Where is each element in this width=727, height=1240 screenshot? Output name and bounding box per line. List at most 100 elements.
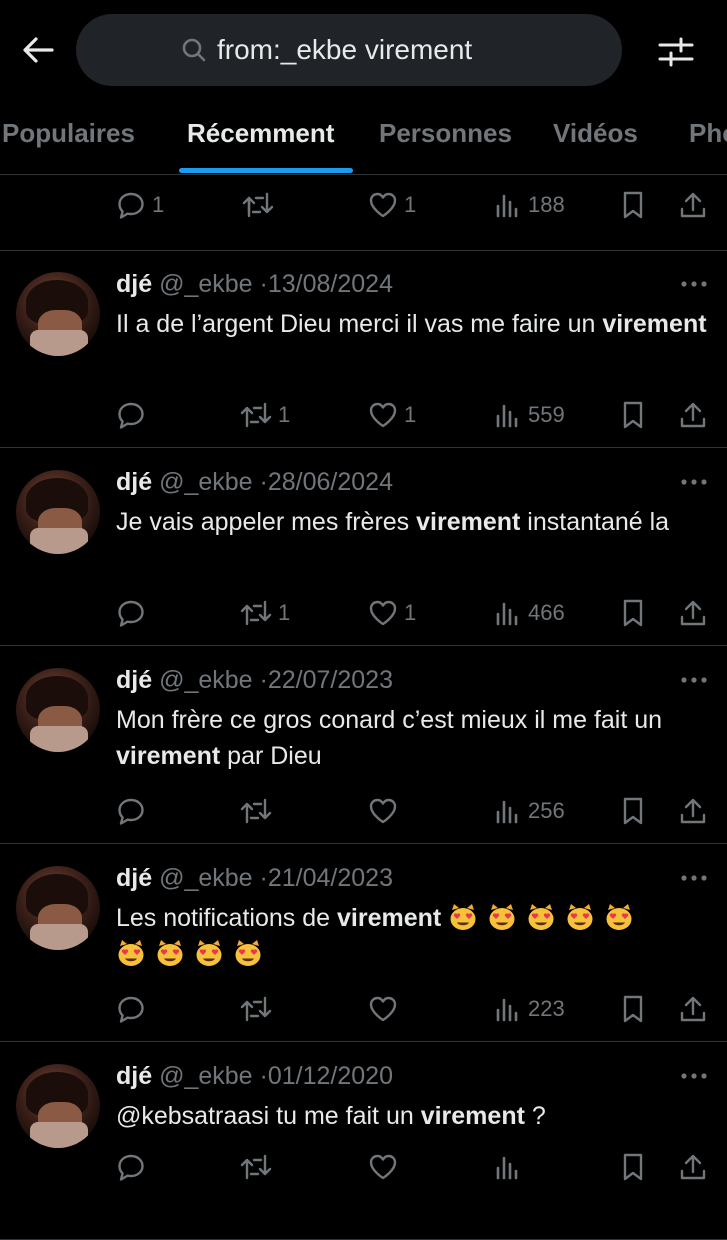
search-term-highlight: virement xyxy=(420,1102,525,1130)
tweet[interactable]: djé @_ekbe ·21/04/2023 Les notifications… xyxy=(0,844,727,1042)
reply-icon xyxy=(118,996,144,1023)
retweet-button[interactable]: 1 xyxy=(240,598,290,628)
tweet-date[interactable]: 13/08/2024 xyxy=(268,270,393,298)
like-button[interactable]: 1 xyxy=(368,190,416,220)
tweet-text-after: ? xyxy=(524,1102,546,1130)
more-options-icon[interactable] xyxy=(680,670,708,690)
share-icon xyxy=(680,996,706,1022)
bookmark-button[interactable] xyxy=(620,796,646,826)
user-handle: @_ekbe xyxy=(159,864,253,892)
like-button[interactable] xyxy=(368,1152,404,1182)
avatar[interactable] xyxy=(16,866,100,950)
retweet-button[interactable] xyxy=(242,190,280,220)
like-button[interactable] xyxy=(368,994,404,1024)
tweet-date[interactable]: 22/07/2023 xyxy=(268,666,393,694)
avatar[interactable] xyxy=(16,668,100,752)
share-button[interactable] xyxy=(678,190,708,220)
heart-eyes-cat-emoji-icon xyxy=(567,904,593,930)
search-term-highlight: virement xyxy=(416,508,521,536)
like-button[interactable]: 1 xyxy=(368,598,416,628)
more-options-icon[interactable] xyxy=(680,472,708,492)
reply-button[interactable] xyxy=(116,598,152,628)
avatar[interactable] xyxy=(16,1064,100,1148)
mention-link[interactable]: @kebsatraasi xyxy=(116,1102,269,1130)
share-icon xyxy=(680,600,706,626)
more-options-icon[interactable] xyxy=(680,1066,708,1086)
views-button[interactable]: 466 xyxy=(494,598,565,628)
tab-photos[interactable]: Photos xyxy=(689,118,727,149)
bookmark-button[interactable] xyxy=(620,1152,646,1182)
tweet-date[interactable]: 28/06/2024 xyxy=(268,468,393,496)
bookmark-button[interactable] xyxy=(620,190,646,220)
tab-videos[interactable]: Vidéos xyxy=(553,118,638,149)
tab-populaires[interactable]: Populaires xyxy=(2,118,135,149)
retweet-button[interactable] xyxy=(240,1152,278,1182)
reply-button[interactable] xyxy=(116,994,152,1024)
views-button[interactable]: 256 xyxy=(494,796,565,826)
tweet[interactable]: djé @_ekbe ·22/07/2023 Mon frère ce gros… xyxy=(0,646,727,844)
tweet-date[interactable]: 01/12/2020 xyxy=(268,1062,393,1090)
display-name[interactable]: djé xyxy=(116,1062,152,1090)
reply-count: 1 xyxy=(152,192,165,217)
share-button[interactable] xyxy=(678,796,708,826)
tweet[interactable]: djé @_ekbe ·28/06/2024 Je vais appeler m… xyxy=(0,448,727,646)
search-term-highlight: virement xyxy=(336,904,442,932)
tweet-text-before: tu me fait un xyxy=(269,1102,421,1130)
share-button[interactable] xyxy=(678,400,708,430)
avatar[interactable] xyxy=(16,272,100,356)
reply-icon xyxy=(118,402,144,429)
tweet-date[interactable]: 21/04/2023 xyxy=(268,864,393,892)
more-options-icon[interactable] xyxy=(680,274,708,294)
reply-button[interactable] xyxy=(116,400,152,430)
heart-icon xyxy=(369,1154,397,1180)
tweet[interactable]: djé @_ekbe ·01/12/2020 @kebsatraasi tu m… xyxy=(0,1042,727,1240)
tab-recemment[interactable]: Récemment xyxy=(187,118,334,149)
like-count: 1 xyxy=(404,402,417,427)
views-button[interactable]: 559 xyxy=(494,400,565,430)
retweet-button[interactable] xyxy=(240,994,278,1024)
like-button[interactable]: 1 xyxy=(368,400,416,430)
reply-button[interactable] xyxy=(116,1152,152,1182)
share-button[interactable] xyxy=(678,1152,708,1182)
bookmark-button[interactable] xyxy=(620,400,646,430)
bookmark-button[interactable] xyxy=(620,598,646,628)
views-button[interactable] xyxy=(494,1152,528,1182)
filter-settings-icon[interactable] xyxy=(654,30,698,74)
active-tab-indicator xyxy=(179,168,353,173)
back-arrow-icon[interactable] xyxy=(18,30,58,70)
tweet-text-after: par Dieu xyxy=(220,742,322,770)
share-button[interactable] xyxy=(678,994,708,1024)
retweet-button[interactable]: 1 xyxy=(240,400,290,430)
bookmark-button[interactable] xyxy=(620,994,646,1024)
like-count: 1 xyxy=(404,192,417,217)
reply-button[interactable]: 1 xyxy=(116,190,164,220)
tweet[interactable]: djé @_ekbe ·13/08/2024 Il a de l’argent … xyxy=(0,250,727,448)
tab-personnes[interactable]: Personnes xyxy=(379,118,512,149)
user-handle: @_ekbe xyxy=(159,270,253,298)
views-button[interactable]: 223 xyxy=(494,994,565,1024)
share-button[interactable] xyxy=(678,598,708,628)
view-count: 223 xyxy=(528,996,565,1021)
retweet-button[interactable] xyxy=(240,796,278,826)
reply-button[interactable] xyxy=(116,796,152,826)
avatar[interactable] xyxy=(16,470,100,554)
like-button[interactable] xyxy=(368,796,404,826)
display-name[interactable]: djé xyxy=(116,468,152,496)
display-name[interactable]: djé xyxy=(116,666,152,694)
tweet-header: djé @_ekbe ·13/08/2024 xyxy=(116,270,393,299)
display-name[interactable]: djé xyxy=(116,864,152,892)
heart-eyes-cat-emoji-icon xyxy=(450,904,476,930)
bookmark-icon xyxy=(623,599,643,627)
tweet-actions xyxy=(0,1152,727,1192)
display-name[interactable]: djé xyxy=(116,270,152,298)
reply-icon xyxy=(118,1154,144,1181)
retweet-count: 1 xyxy=(278,600,291,625)
views-chart-icon xyxy=(496,998,518,1022)
search-box[interactable] xyxy=(76,14,622,86)
heart-eyes-cat-emoji-icon xyxy=(157,940,183,966)
search-input[interactable] xyxy=(217,34,517,66)
heart-icon xyxy=(369,402,397,428)
views-chart-icon xyxy=(496,194,518,218)
views-button[interactable]: 188 xyxy=(494,190,565,220)
more-options-icon[interactable] xyxy=(680,868,708,888)
